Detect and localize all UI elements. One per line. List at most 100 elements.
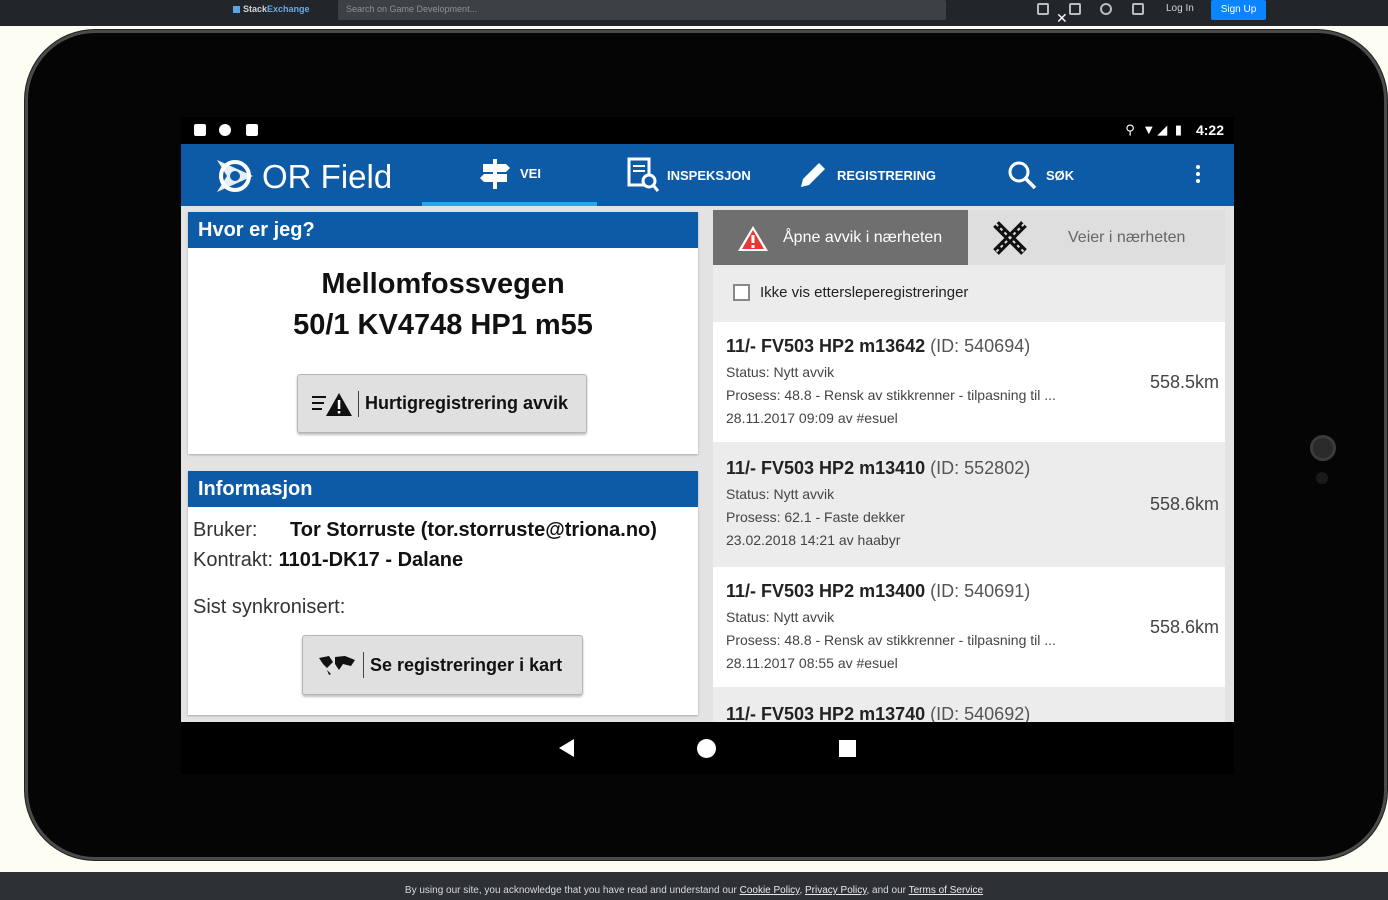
tab-sok[interactable]: SØK xyxy=(1006,144,1074,206)
street-name: Mellomfossvegen xyxy=(321,268,565,300)
app-bar: OR Field VEI INSPEKSJON REGISTRERING SØK xyxy=(181,144,1234,206)
button-separator xyxy=(363,652,364,678)
cookie-text: By using our site, you acknowledge that … xyxy=(404,885,737,896)
item-title-row: 11/- FV503 HP2 m13642 (ID: 540694) xyxy=(726,336,1225,357)
privacy-policy-link[interactable]: Privacy Policy xyxy=(805,885,867,896)
help-icon[interactable] xyxy=(1100,3,1112,15)
back-icon[interactable] xyxy=(559,739,574,757)
cookie-notice: By using our site, you acknowledge that … xyxy=(0,872,1388,900)
item-meta: 28.11.2017 09:09 av #esuel xyxy=(726,410,898,426)
hide-trailing-checkbox-row[interactable]: Ikke vis ettersleperegistreringer xyxy=(733,284,968,301)
app-title: OR Field xyxy=(262,158,393,195)
hide-trailing-checkbox[interactable] xyxy=(733,284,750,301)
camera-icon xyxy=(1310,435,1336,461)
item-title-row: 11/- FV503 HP2 m13400 (ID: 540691) xyxy=(726,581,1225,602)
close-icon[interactable]: ✕ xyxy=(1056,10,1068,27)
item-distance: 558.5km xyxy=(1149,372,1219,392)
list-item[interactable]: 11/- FV503 HP2 m13410 (ID: 552802) Statu… xyxy=(713,444,1225,564)
pencil-icon xyxy=(801,163,825,187)
info-card: Informasjon Bruker: Tor Storruste (tor.st… xyxy=(188,471,698,715)
inbox-icon[interactable] xyxy=(1037,3,1049,15)
site-switcher-icon[interactable] xyxy=(1132,3,1144,15)
sync-label: Sist synkronisert: xyxy=(193,596,346,618)
item-id: (ID: 540694) xyxy=(930,336,1031,356)
item-id: (ID: 552802) xyxy=(930,458,1031,478)
warning-speed-icon xyxy=(312,392,352,416)
signup-button[interactable]: Sign Up xyxy=(1211,0,1266,20)
tab-nearby-roads-label: Veier i nærheten xyxy=(1068,228,1186,246)
item-id: (ID: 540691) xyxy=(930,581,1031,601)
browser-topbar: StackExchange Search on Game Development… xyxy=(0,0,1388,26)
tab-vei-label: VEI xyxy=(520,165,541,181)
inspection-document-icon xyxy=(627,157,659,192)
tab-open-deviations-label: Åpne avvik i nærheten xyxy=(783,228,943,246)
item-id: (ID: 540692) xyxy=(930,704,1031,722)
tab-registrering[interactable]: REGISTRERING xyxy=(797,144,936,206)
quick-registration-label: Hurtigregistrering avvik xyxy=(365,393,569,413)
sensor-icon xyxy=(1316,472,1328,484)
item-title: 11/- FV503 HP2 m13642 xyxy=(726,336,926,356)
contract-label: Kontrakt: xyxy=(193,549,274,571)
android-nav-bar xyxy=(181,722,1234,774)
item-distance: 558.6km xyxy=(1149,617,1219,637)
warning-icon xyxy=(738,225,768,251)
home-icon[interactable] xyxy=(697,739,716,758)
tab-nearby-roads[interactable]: Veier i nærheten xyxy=(968,210,1225,265)
map-registrations-label: Se registreringer i kart xyxy=(370,654,563,675)
notification-icon xyxy=(194,124,206,136)
cookie-text-and: , and our xyxy=(866,885,906,896)
tab-inspeksjon-label: INSPEKSJON xyxy=(667,167,751,183)
recent-apps-icon[interactable] xyxy=(839,740,856,757)
logo-text-exchange: Exchange xyxy=(267,4,310,14)
hide-trailing-label: Ikke vis ettersleperegistreringer xyxy=(760,284,969,301)
terms-link[interactable]: Terms of Service xyxy=(909,885,983,896)
signpost-icon xyxy=(480,159,511,189)
nearby-panel: Åpne avvik i nærheten Veier i nærheten I… xyxy=(713,210,1225,722)
contract-value: 1101-DK17 - Dalane xyxy=(278,549,464,571)
overflow-menu-icon[interactable] xyxy=(1193,162,1203,190)
tab-sok-label: SØK xyxy=(1046,167,1075,183)
quick-registration-button[interactable]: Hurtigregistrering avvik xyxy=(297,374,587,433)
tab-vei[interactable]: VEI xyxy=(422,144,597,206)
item-distance: 558.6km xyxy=(1149,494,1219,514)
item-title-row: 11/- FV503 HP2 m13740 (ID: 540692) xyxy=(726,704,1225,722)
logo-text-stack: Stack xyxy=(243,4,268,14)
or-field-logo-icon xyxy=(217,160,253,192)
item-title: 11/- FV503 HP2 m13740 xyxy=(726,704,926,722)
android-status-bar: ⚲ ▼◢ ▮ 4:22 xyxy=(181,117,1234,144)
achievements-icon[interactable] xyxy=(1069,3,1081,15)
contract-row: Kontrakt: 1101-DK17 - Dalane xyxy=(193,549,463,572)
site-search-input[interactable]: Search on Game Development... xyxy=(338,0,946,20)
item-title: 11/- FV503 HP2 m13400 xyxy=(726,581,926,601)
status-time: 4:22 xyxy=(1195,122,1224,138)
user-value: Tor Storruste (tor.storruste@triona.no) xyxy=(290,519,657,541)
map-registrations-button[interactable]: Se registreringer i kart xyxy=(302,635,583,695)
list-item[interactable]: 11/- FV503 HP2 m13740 (ID: 540692) xyxy=(713,690,1225,722)
system-status-icons: ⚲ ▼◢ ▮ xyxy=(1125,122,1184,137)
item-meta: 28.11.2017 08:55 av #esuel xyxy=(726,655,898,671)
item-title-row: 11/- FV503 HP2 m13410 (ID: 552802) xyxy=(726,458,1225,479)
item-title: 11/- FV503 HP2 m13410 xyxy=(726,458,926,478)
tablet-screen: ⚲ ▼◢ ▮ 4:22 OR Field VEI INSPEKSJON REGI… xyxy=(181,117,1234,774)
storage-icon xyxy=(246,124,258,136)
main-content: Hvor er jeg? Mellomfossvegen 50/1 KV4748… xyxy=(181,206,1234,722)
info-card-header: Informasjon xyxy=(188,471,698,507)
user-label: Bruker: xyxy=(193,519,258,541)
button-separator xyxy=(358,390,359,417)
road-reference: 50/1 KV4748 HP1 m55 xyxy=(293,309,593,341)
search-icon xyxy=(1008,161,1037,190)
list-item[interactable]: 11/- FV503 HP2 m13400 (ID: 540691) Statu… xyxy=(713,567,1225,687)
user-row: Bruker: Tor Storruste (tor.storruste@trio… xyxy=(193,519,657,542)
tab-registrering-label: REGISTRERING xyxy=(837,167,936,183)
stackexchange-logo[interactable]: StackExchange xyxy=(233,4,310,14)
list-item[interactable]: 11/- FV503 HP2 m13642 (ID: 540694) Statu… xyxy=(713,322,1225,442)
tab-open-deviations[interactable]: Åpne avvik i nærheten xyxy=(713,210,968,265)
item-meta: 23.02.2018 14:21 av haabyr xyxy=(726,532,901,548)
login-link[interactable]: Log In xyxy=(1166,3,1194,14)
world-map-icon xyxy=(319,656,355,675)
sync-row: Sist synkronisert: xyxy=(193,596,345,619)
crossroads-icon xyxy=(993,220,1027,255)
cookie-policy-link[interactable]: Cookie Policy xyxy=(740,885,800,896)
tab-inspeksjon[interactable]: INSPEKSJON xyxy=(627,144,751,206)
location-card-header: Hvor er jeg? xyxy=(188,212,698,248)
